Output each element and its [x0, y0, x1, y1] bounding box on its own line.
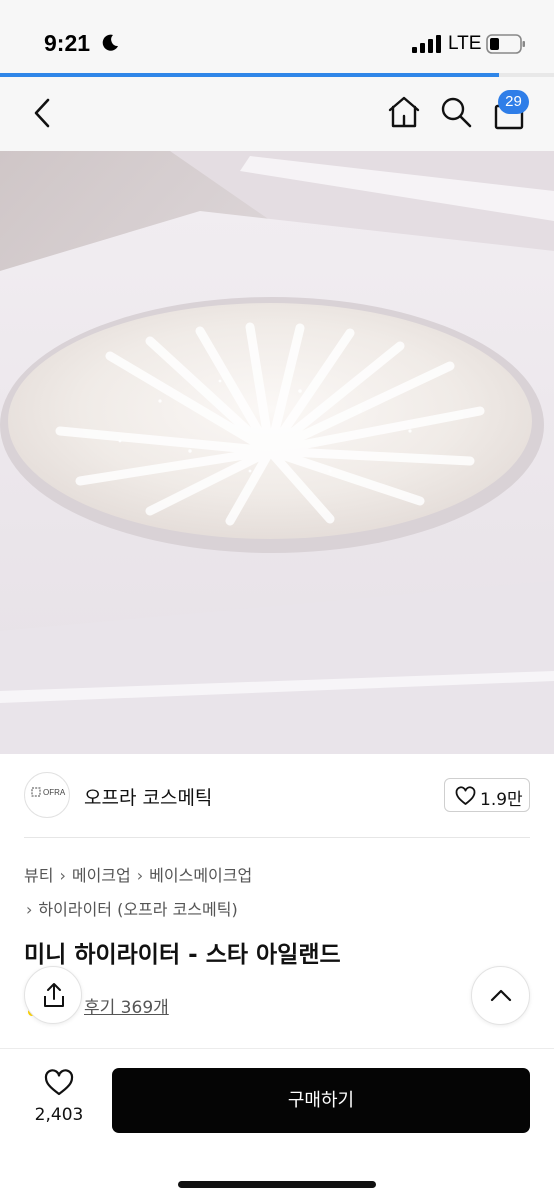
heart-outline-icon: [455, 786, 476, 805]
product-image[interactable]: [0, 151, 554, 754]
breadcrumb-item-makeup[interactable]: 메이크업: [72, 866, 131, 885]
wishlist-count: 2,403: [34, 1105, 84, 1125]
review-count-link[interactable]: 후기 369개: [84, 993, 169, 1018]
network-label: LTE: [448, 33, 482, 54]
status-bar: 9:21 LTE: [0, 0, 554, 74]
chevron-left-icon[interactable]: [28, 95, 56, 131]
bottom-action-bar: 2,403 구매하기: [0, 1048, 554, 1200]
share-icon: [44, 983, 64, 1007]
divider: [24, 837, 530, 838]
product-title: 미니 하이라이터 - 스타 아일랜드: [24, 942, 341, 968]
home-indicator: [178, 1181, 376, 1188]
chevron-right-icon: ›: [136, 866, 144, 885]
chevron-right-icon: ›: [59, 866, 66, 885]
breadcrumb-item-base-makeup[interactable]: 베이스메이크업: [149, 866, 252, 885]
brand-like-count: 1.9만: [480, 790, 523, 810]
wishlist-button[interactable]: 2,403: [24, 1067, 94, 1137]
heart-icon: [44, 1069, 74, 1096]
brand-logo[interactable]: OFRA: [24, 772, 70, 818]
home-icon[interactable]: [386, 94, 422, 130]
brand-mark-icon: [31, 787, 41, 797]
share-button[interactable]: [24, 966, 82, 1024]
top-navigation: 29: [0, 77, 554, 151]
brand-like-button[interactable]: 1.9만: [444, 778, 530, 812]
battery-icon: [486, 34, 525, 54]
signal-icon: [412, 35, 441, 53]
status-time: 9:21: [44, 30, 91, 56]
brand-logo-text: OFRA: [43, 788, 66, 797]
chevron-up-icon: [490, 989, 512, 1002]
buy-button[interactable]: 구매하기: [112, 1068, 530, 1133]
moon-icon: [102, 34, 118, 51]
brand-name[interactable]: 오프라 코스메틱: [84, 783, 212, 810]
chevron-right-icon: ›: [26, 900, 33, 919]
scroll-to-top-button[interactable]: [471, 966, 530, 1025]
brand-row: OFRA 오프라 코스메틱 1.9만: [24, 770, 530, 822]
highlighter-photo: [0, 151, 554, 754]
cart-count-badge: 29: [498, 90, 529, 114]
breadcrumb-item-beauty[interactable]: 뷰티: [24, 866, 53, 885]
breadcrumb-item-highlighter[interactable]: 하이라이터 (오프라 코스메틱): [38, 900, 237, 919]
search-icon[interactable]: [438, 94, 474, 130]
